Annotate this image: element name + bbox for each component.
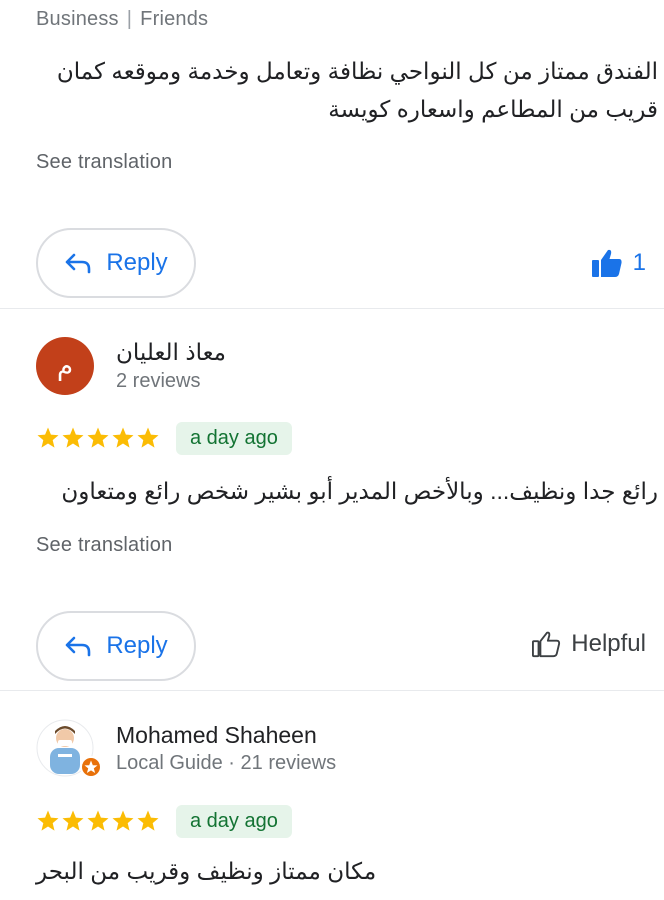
star-icon [37,427,59,448]
star-icon [137,427,159,448]
reply-label: Reply [106,249,168,276]
reply-arrow-icon [66,253,91,274]
local-guide-badge-icon [80,756,102,778]
review-text: الفندق ممتاز من كل النواحي نظافة وتعامل … [56,58,658,122]
reviewer-name[interactable]: معاذ العليان [116,339,226,366]
review-text: رائع جدا ونظيف... وبالأخص المدير أبو بشي… [61,478,658,504]
thumbs-up-filled-icon [591,249,622,277]
star-icon [112,810,134,831]
star-icon [87,427,109,448]
tag-business: Business [36,8,119,30]
divider [0,308,664,309]
see-translation-link[interactable]: See translation [36,151,172,174]
star-icon [112,427,134,448]
helpful-label: Helpful [571,630,646,657]
time-badge: a day ago [176,805,292,838]
star-rating [36,426,160,450]
avatar-letter: م [56,350,74,381]
star-icon [87,810,109,831]
tag-separator: | [126,8,133,30]
reply-arrow-icon [66,636,91,657]
reviewer-meta: 2 reviews [116,370,201,392]
star-icon [62,810,84,831]
star-icon [62,427,84,448]
reply-button[interactable]: Reply [36,611,196,681]
time-badge: a day ago [176,422,292,455]
reviewer-name[interactable]: Mohamed Shaheen [116,722,317,749]
likes-count: 1 [632,249,646,276]
reviewer-meta: Local Guide · 21 reviews [116,752,337,774]
review-text: مكان ممتاز ونظيف وقريب من البحر [36,858,377,884]
star-icon [37,810,59,831]
star-icon [137,810,159,831]
review-tags: Business | Friends [36,8,208,31]
thumbs-up-outline-icon [532,631,561,658]
tag-friends: Friends [140,8,209,30]
helpful-button[interactable]: Helpful [531,630,646,658]
avatar[interactable] [36,718,102,780]
see-translation-link[interactable]: See translation [36,534,172,557]
reply-label: Reply [106,632,168,659]
reply-button[interactable]: Reply [36,228,196,298]
divider [0,690,664,691]
like-button[interactable]: 1 [591,248,646,278]
star-rating [36,809,160,833]
avatar[interactable]: م [36,337,94,395]
